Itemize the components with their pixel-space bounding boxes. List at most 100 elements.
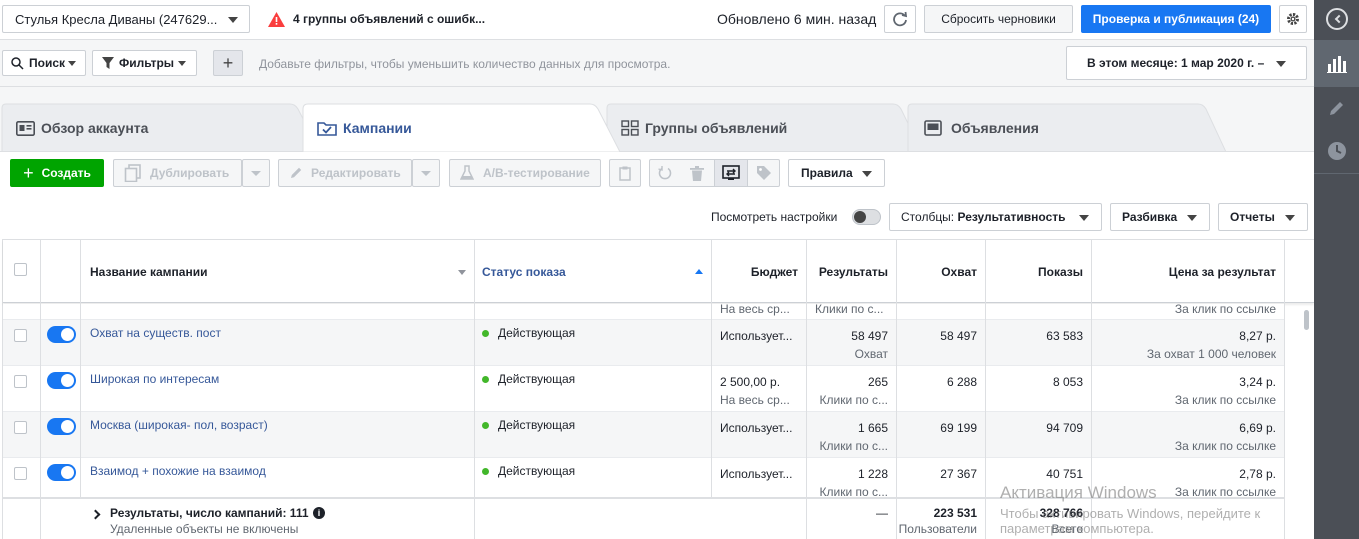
reach-value: 27 367 bbox=[940, 467, 977, 481]
budget-sub: На весь ср... bbox=[720, 393, 790, 407]
filters-button[interactable]: Фильтры bbox=[92, 50, 197, 76]
search-label: Поиск bbox=[29, 56, 66, 70]
sidebar-history-item[interactable] bbox=[1314, 129, 1359, 173]
column-divider bbox=[985, 240, 986, 539]
sort-up-icon bbox=[695, 269, 703, 274]
campaign-on-off-toggle[interactable] bbox=[47, 418, 76, 435]
revert-button[interactable] bbox=[651, 161, 679, 185]
chevron-down-icon bbox=[68, 61, 76, 66]
discard-drafts-button[interactable]: Сбросить черновики bbox=[924, 5, 1073, 33]
settings-button[interactable] bbox=[1279, 5, 1307, 33]
cost-per-result-sub: За клик по ссылке bbox=[1174, 439, 1276, 453]
edit-dropdown[interactable] bbox=[412, 159, 440, 187]
impressions-value: 8 053 bbox=[1052, 375, 1083, 389]
tab-ads[interactable]: Объявления bbox=[924, 105, 1039, 151]
budget-value[interactable]: Использует... bbox=[720, 421, 792, 435]
header-results[interactable]: Результаты bbox=[806, 265, 888, 279]
tab-account-overview-label: Обзор аккаунта bbox=[41, 120, 149, 136]
chevron-left-icon bbox=[1334, 14, 1343, 24]
partial-budget: На весь ср... bbox=[720, 302, 790, 316]
header-reach[interactable]: Охват bbox=[896, 265, 977, 279]
delete-button[interactable] bbox=[683, 161, 711, 185]
campaign-name-link[interactable]: Взаимод + похожие на взаимод bbox=[90, 464, 266, 478]
partial-cost: За клик по ссылке bbox=[1174, 302, 1276, 316]
gear-icon bbox=[1287, 13, 1299, 25]
impressions-value: 40 751 bbox=[1046, 467, 1083, 481]
watermark-line2: Чтобы активировать Windows, перейдите к bbox=[1000, 506, 1261, 521]
campaign-name-link[interactable]: Охват на существ. пост bbox=[90, 326, 221, 340]
campaign-name-link[interactable]: Широкая по интересам bbox=[90, 372, 219, 386]
header-campaign-name[interactable]: Название кампании bbox=[90, 265, 207, 279]
budget-value[interactable]: Использует... bbox=[720, 467, 792, 481]
tab-ads-label: Объявления bbox=[951, 120, 1039, 136]
row-checkbox[interactable] bbox=[14, 329, 27, 342]
ab-test-button[interactable]: A/B-тестирование bbox=[449, 159, 601, 187]
date-range-picker[interactable]: В этом месяце: 1 мар 2020 г. – bbox=[1066, 46, 1307, 80]
refresh-icon bbox=[893, 11, 908, 27]
results-sub: Клики по с... bbox=[819, 439, 889, 453]
header-delivery-status[interactable]: Статус показа bbox=[482, 265, 566, 279]
duplicate-dropdown[interactable] bbox=[242, 159, 270, 187]
row-checkbox[interactable] bbox=[14, 421, 27, 434]
tag-icon bbox=[757, 166, 771, 180]
filter-icon bbox=[102, 57, 114, 69]
sidebar-edit-item[interactable] bbox=[1314, 87, 1359, 129]
results-value: 1 228 bbox=[857, 467, 888, 481]
duplicate-label: Дублировать bbox=[150, 166, 230, 180]
reports-button[interactable]: Отчеты bbox=[1218, 203, 1308, 231]
tab-campaigns[interactable]: Кампании bbox=[317, 105, 412, 151]
delivery-status: Действующая bbox=[498, 326, 576, 340]
columns-button[interactable]: Столбцы: Результативность bbox=[889, 203, 1102, 231]
breakdown-button[interactable]: Разбивка bbox=[1110, 203, 1210, 231]
duplicate-button[interactable]: Дублировать bbox=[113, 159, 242, 187]
column-divider bbox=[80, 240, 81, 497]
campaign-name-link[interactable]: Москва (широкая- пол, возраст) bbox=[90, 418, 268, 432]
tag-button[interactable] bbox=[750, 161, 778, 185]
error-notice[interactable]: 4 группы объявлений с ошибк... bbox=[268, 10, 485, 28]
header-impressions[interactable]: Показы bbox=[986, 265, 1083, 279]
campaign-on-off-toggle[interactable] bbox=[47, 372, 76, 389]
chevron-down-icon bbox=[1276, 61, 1286, 67]
campaign-on-off-toggle[interactable] bbox=[47, 326, 76, 343]
view-settings-toggle[interactable] bbox=[852, 209, 881, 225]
collapse-sidebar-button[interactable] bbox=[1326, 8, 1348, 30]
header-cost-per-result[interactable]: Цена за результат bbox=[1092, 265, 1276, 279]
watermark-title: Активация Windows bbox=[1000, 483, 1157, 502]
chevron-down-icon bbox=[1079, 215, 1089, 221]
row-checkbox[interactable] bbox=[14, 375, 27, 388]
info-icon[interactable]: i bbox=[313, 507, 325, 519]
budget-value[interactable]: Использует... bbox=[720, 329, 792, 343]
table-scrollbar-thumb[interactable] bbox=[1304, 310, 1309, 330]
campaign-on-off-toggle[interactable] bbox=[47, 464, 76, 481]
tab-account-overview[interactable]: Обзор аккаунта bbox=[16, 105, 148, 151]
account-overview-icon bbox=[16, 120, 35, 136]
preview-swap-icon bbox=[722, 165, 740, 180]
status-dot bbox=[482, 468, 489, 475]
create-button[interactable]: + Создать bbox=[10, 159, 104, 187]
search-button[interactable]: Поиск bbox=[2, 50, 86, 76]
ab-test-label: A/B-тестирование bbox=[483, 166, 590, 180]
edit-button[interactable]: Редактировать bbox=[278, 159, 412, 187]
row-checkbox[interactable] bbox=[14, 467, 27, 480]
review-publish-button[interactable]: Проверка и публикация (24) bbox=[1081, 5, 1271, 33]
notes-button[interactable] bbox=[609, 159, 641, 187]
partial-results: Клики по с... bbox=[815, 302, 884, 316]
add-filter-button[interactable]: + bbox=[213, 50, 243, 76]
account-selector[interactable]: Стулья Кресла Диваны (247629... bbox=[2, 5, 250, 33]
header-budget[interactable]: Бюджет bbox=[712, 265, 798, 279]
review-publish-label: Проверка и публикация (24) bbox=[1092, 12, 1260, 26]
select-all-checkbox[interactable] bbox=[14, 263, 27, 276]
budget-value[interactable]: 2 500,00 р. bbox=[720, 375, 780, 389]
preview-button[interactable] bbox=[714, 160, 748, 186]
create-label: Создать bbox=[41, 166, 91, 180]
bar-chart-icon bbox=[1326, 55, 1347, 73]
refresh-button[interactable] bbox=[884, 5, 916, 33]
search-icon bbox=[11, 56, 24, 70]
chevron-down-icon bbox=[251, 170, 261, 176]
filters-label: Фильтры bbox=[119, 56, 175, 70]
rules-button[interactable]: Правила bbox=[788, 159, 885, 187]
toggle-knob bbox=[854, 211, 866, 223]
tab-adsets[interactable]: Группы объявлений bbox=[621, 105, 787, 151]
sort-down-icon bbox=[458, 270, 466, 275]
sidebar-chart-item[interactable] bbox=[1314, 40, 1359, 87]
